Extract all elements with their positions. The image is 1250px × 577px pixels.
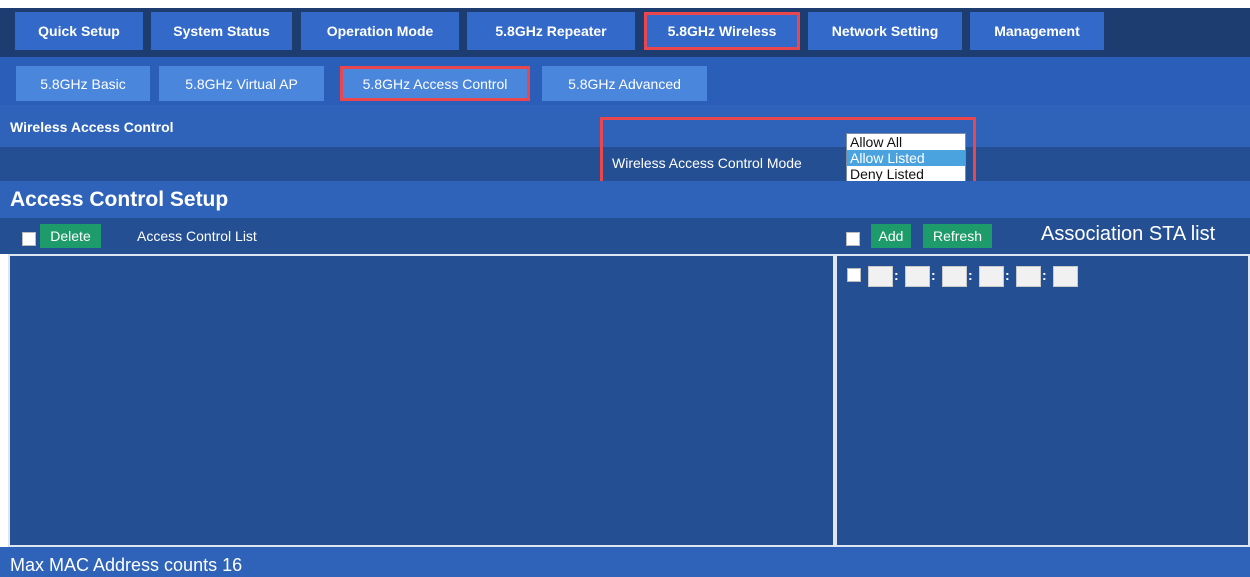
tab-58ghz-repeater[interactable]: 5.8GHz Repeater: [467, 12, 635, 50]
add-button[interactable]: Add: [871, 224, 911, 248]
mac-separator: :: [1005, 267, 1010, 283]
section-title: Wireless Access Control: [10, 119, 174, 135]
subtab-58ghz-advanced[interactable]: 5.8GHz Advanced: [542, 66, 707, 101]
setup-title: Access Control Setup: [10, 188, 229, 211]
tab-system-status[interactable]: System Status: [151, 12, 292, 50]
mac-octet-4: [979, 266, 1004, 287]
mac-separator: :: [931, 267, 936, 283]
subtab-58ghz-basic[interactable]: 5.8GHz Basic: [16, 66, 150, 101]
acl-label: Access Control List: [137, 228, 257, 244]
select-all-acl-checkbox[interactable]: [22, 232, 36, 246]
delete-button[interactable]: Delete: [40, 224, 101, 248]
max-mac-count: Max MAC Address counts 16: [10, 555, 243, 575]
mac-separator: :: [968, 267, 973, 283]
mac-octet-2: [905, 266, 930, 287]
tab-operation-mode[interactable]: Operation Mode: [301, 12, 459, 50]
association-sta-list-panel: [835, 254, 1250, 547]
tab-management[interactable]: Management: [970, 12, 1104, 50]
mac-separator: :: [894, 267, 899, 283]
subtab-58ghz-access-control[interactable]: 5.8GHz Access Control: [340, 66, 530, 101]
sta-entry-checkbox[interactable]: [847, 268, 861, 282]
mac-octet-6: [1053, 266, 1078, 287]
access-control-list-panel: [8, 254, 835, 547]
tab-network-setting[interactable]: Network Setting: [808, 12, 962, 50]
mac-octet-5: [1016, 266, 1041, 287]
sta-list-label: Association STA list: [1041, 223, 1216, 245]
select-all-sta-checkbox[interactable]: [846, 232, 860, 246]
subtab-58ghz-virtual-ap[interactable]: 5.8GHz Virtual AP: [159, 66, 324, 101]
mac-octet-3: [942, 266, 967, 287]
mac-octet-1: [868, 266, 893, 287]
refresh-button[interactable]: Refresh: [923, 224, 992, 248]
tab-quick-setup[interactable]: Quick Setup: [15, 12, 143, 50]
mac-separator: :: [1042, 267, 1047, 283]
tab-58ghz-wireless[interactable]: 5.8GHz Wireless: [644, 12, 800, 50]
